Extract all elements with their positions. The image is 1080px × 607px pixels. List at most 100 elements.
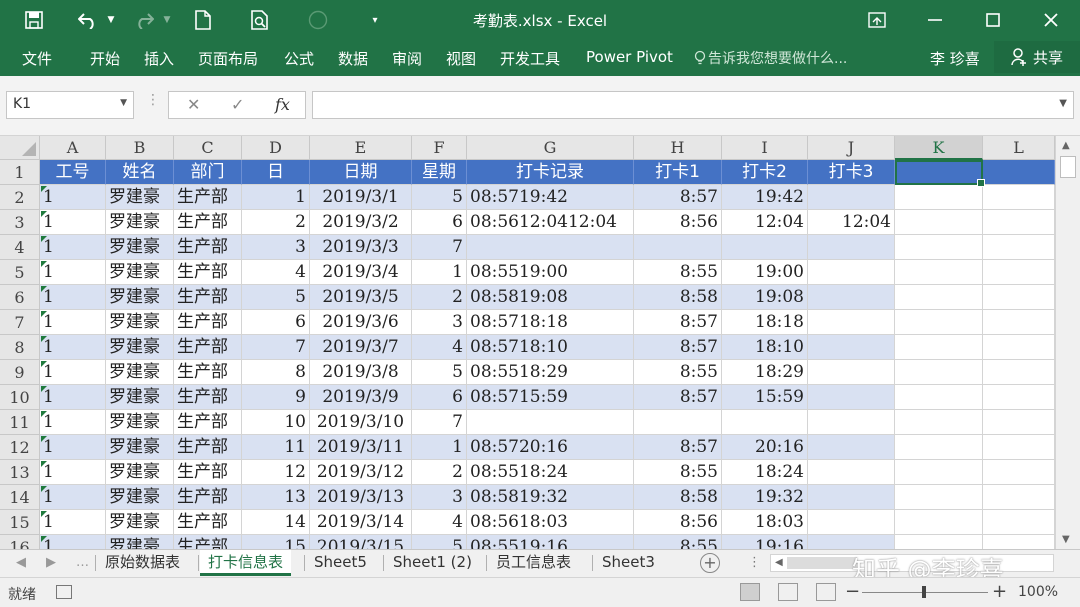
share-button[interactable]: 共享 [994, 41, 1080, 73]
cell-a9[interactable]: 1 [40, 360, 106, 385]
cell-e5[interactable]: 2019/3/4 [310, 260, 412, 285]
column-header-l[interactable]: L [983, 136, 1055, 160]
cell-i16[interactable]: 19:16 [722, 535, 808, 549]
cell-f10[interactable]: 6 [412, 385, 467, 410]
cell-i8[interactable]: 18:10 [722, 335, 808, 360]
cell-l15[interactable] [983, 510, 1055, 535]
cell-i5[interactable]: 19:00 [722, 260, 808, 285]
tab-data[interactable]: 数据 [338, 48, 368, 69]
cell-c9[interactable]: 生产部 [174, 360, 242, 385]
cell-d16[interactable]: 15 [242, 535, 310, 549]
tab-view[interactable]: 视图 [446, 48, 476, 69]
cell-l7[interactable] [983, 310, 1055, 335]
cell-b11[interactable]: 罗建豪 [106, 410, 174, 435]
cell-d9[interactable]: 8 [242, 360, 310, 385]
cell-h14[interactable]: 8:58 [634, 485, 722, 510]
cell-a11[interactable]: 1 [40, 410, 106, 435]
cell-h11[interactable] [634, 410, 722, 435]
row-header-7[interactable]: 7 [0, 310, 40, 335]
cell-g13[interactable]: 08:5518:24 [467, 460, 634, 485]
cell-h7[interactable]: 8:57 [634, 310, 722, 335]
cell-b1[interactable]: 姓名 [106, 160, 174, 185]
cell-a7[interactable]: 1 [40, 310, 106, 335]
cell-e4[interactable]: 2019/3/3 [310, 235, 412, 260]
cell-k6[interactable] [895, 285, 983, 310]
cell-g1[interactable]: 打卡记录 [467, 160, 634, 185]
cell-h2[interactable]: 8:57 [634, 185, 722, 210]
cell-h16[interactable]: 8:55 [634, 535, 722, 549]
cell-e14[interactable]: 2019/3/13 [310, 485, 412, 510]
cell-c5[interactable]: 生产部 [174, 260, 242, 285]
cell-i6[interactable]: 19:08 [722, 285, 808, 310]
cell-d4[interactable]: 3 [242, 235, 310, 260]
sheet-tab[interactable]: 员工信息表 [488, 550, 579, 576]
cell-j1[interactable]: 打卡3 [808, 160, 895, 185]
active-cell-k1[interactable] [895, 160, 985, 187]
cell-h8[interactable]: 8:57 [634, 335, 722, 360]
column-header-i[interactable]: I [722, 136, 808, 160]
cell-g11[interactable] [467, 410, 634, 435]
cell-f5[interactable]: 1 [412, 260, 467, 285]
cell-e8[interactable]: 2019/3/7 [310, 335, 412, 360]
cell-e11[interactable]: 2019/3/10 [310, 410, 412, 435]
row-header-16[interactable]: 16 [0, 535, 40, 549]
cell-a14[interactable]: 1 [40, 485, 106, 510]
cell-a4[interactable]: 1 [40, 235, 106, 260]
formula-bar-splitter[interactable]: ⋮ [146, 92, 160, 108]
cell-j6[interactable] [808, 285, 895, 310]
insert-function-button[interactable]: fx [275, 95, 290, 114]
cell-a2[interactable]: 1 [40, 185, 106, 210]
tab-insert[interactable]: 插入 [144, 48, 174, 69]
cell-i12[interactable]: 20:16 [722, 435, 808, 460]
cell-c1[interactable]: 部门 [174, 160, 242, 185]
tab-formulas[interactable]: 公式 [284, 48, 314, 69]
cell-c7[interactable]: 生产部 [174, 310, 242, 335]
cell-k7[interactable] [895, 310, 983, 335]
cell-l3[interactable] [983, 210, 1055, 235]
row-header-15[interactable]: 15 [0, 510, 40, 535]
cell-j15[interactable] [808, 510, 895, 535]
column-header-b[interactable]: B [106, 136, 174, 160]
cell-b6[interactable]: 罗建豪 [106, 285, 174, 310]
cell-j2[interactable] [808, 185, 895, 210]
cell-l11[interactable] [983, 410, 1055, 435]
cell-j14[interactable] [808, 485, 895, 510]
cell-c11[interactable]: 生产部 [174, 410, 242, 435]
cell-f6[interactable]: 2 [412, 285, 467, 310]
cell-f8[interactable]: 4 [412, 335, 467, 360]
cell-l14[interactable] [983, 485, 1055, 510]
cell-h13[interactable]: 8:55 [634, 460, 722, 485]
cell-k3[interactable] [895, 210, 983, 235]
cell-k15[interactable] [895, 510, 983, 535]
row-header-11[interactable]: 11 [0, 410, 40, 435]
cell-i13[interactable]: 18:24 [722, 460, 808, 485]
cell-b2[interactable]: 罗建豪 [106, 185, 174, 210]
zoom-level[interactable]: 100% [1018, 584, 1058, 600]
cell-k8[interactable] [895, 335, 983, 360]
cell-e6[interactable]: 2019/3/5 [310, 285, 412, 310]
cell-k9[interactable] [895, 360, 983, 385]
cell-b8[interactable]: 罗建豪 [106, 335, 174, 360]
horizontal-scroll-thumb[interactable] [787, 557, 857, 569]
scroll-down-icon[interactable]: ▼ [1062, 534, 1070, 545]
cell-l6[interactable] [983, 285, 1055, 310]
cell-e15[interactable]: 2019/3/14 [310, 510, 412, 535]
cell-h1[interactable]: 打卡1 [634, 160, 722, 185]
cell-j13[interactable] [808, 460, 895, 485]
cell-d5[interactable]: 4 [242, 260, 310, 285]
prev-sheet-icon[interactable]: ◀ [16, 555, 26, 570]
column-header-d[interactable]: D [242, 136, 310, 160]
page-break-view-icon[interactable] [816, 583, 836, 601]
column-header-k[interactable]: K [895, 136, 983, 160]
cell-f9[interactable]: 5 [412, 360, 467, 385]
cell-f15[interactable]: 4 [412, 510, 467, 535]
sheet-tab[interactable]: Sheet3 [594, 550, 663, 576]
row-header-6[interactable]: 6 [0, 285, 40, 310]
cell-g4[interactable] [467, 235, 634, 260]
tab-power-pivot[interactable]: Power Pivot [586, 48, 673, 66]
cell-h9[interactable]: 8:55 [634, 360, 722, 385]
column-header-e[interactable]: E [310, 136, 412, 160]
cell-b13[interactable]: 罗建豪 [106, 460, 174, 485]
cell-f14[interactable]: 3 [412, 485, 467, 510]
cell-f1[interactable]: 星期 [412, 160, 467, 185]
